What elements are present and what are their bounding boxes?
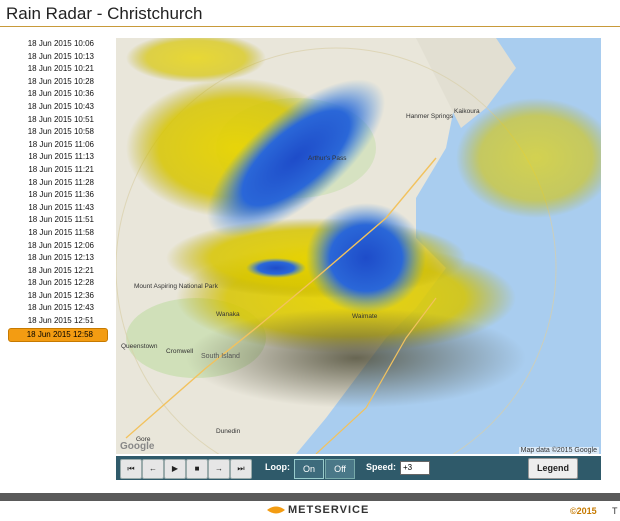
playback-controls: ⏮ ← ▶ ■ → ⏭ Loop: On Off Speed: +3 Legen… bbox=[116, 456, 601, 480]
skip-first-icon[interactable]: ⏮ bbox=[120, 459, 142, 479]
place-cromwell: Cromwell bbox=[166, 348, 194, 355]
timestamp-item[interactable]: 18 Jun 2015 11:28 bbox=[8, 177, 108, 190]
loop-off-button[interactable]: Off bbox=[325, 459, 355, 479]
timestamp-item[interactable]: 18 Jun 2015 12:13 bbox=[8, 252, 108, 265]
timestamp-item[interactable]: 18 Jun 2015 12:58 bbox=[8, 327, 108, 343]
metservice-logo-icon bbox=[267, 506, 285, 514]
place-mount-aspiring: Mount Aspiring National Park bbox=[134, 283, 219, 290]
timestamp-item[interactable]: 18 Jun 2015 10:28 bbox=[8, 76, 108, 89]
play-icon[interactable]: ▶ bbox=[164, 459, 186, 479]
google-logo: Google bbox=[120, 441, 155, 452]
timestamp-item[interactable]: 18 Jun 2015 12:43 bbox=[8, 302, 108, 315]
timestamp-item[interactable]: 18 Jun 2015 12:36 bbox=[8, 290, 108, 303]
timestamp-item[interactable]: 18 Jun 2015 12:51 bbox=[8, 315, 108, 328]
speed-label: Speed: bbox=[366, 462, 397, 472]
timestamp-item[interactable]: 18 Jun 2015 11:21 bbox=[8, 164, 108, 177]
loop-label: Loop: bbox=[265, 462, 290, 472]
timestamp-item[interactable]: 18 Jun 2015 11:43 bbox=[8, 202, 108, 215]
timestamp-item[interactable]: 18 Jun 2015 11:06 bbox=[8, 139, 108, 152]
step-forward-icon[interactable]: → bbox=[208, 459, 230, 479]
timestamp-item[interactable]: 18 Jun 2015 11:13 bbox=[8, 151, 108, 164]
page-title: Rain Radar - Christchurch bbox=[6, 4, 203, 23]
radar-map[interactable]: Hanmer Springs Kaikoura Arthur's Pass Mo… bbox=[116, 38, 601, 454]
copyright-text: ©2015 bbox=[570, 506, 597, 516]
metservice-brand: METSERVICE bbox=[288, 504, 370, 516]
timestamp-item[interactable]: 18 Jun 2015 10:13 bbox=[8, 51, 108, 64]
timestamp-list: 18 Jun 2015 10:06 18 Jun 2015 10:13 18 Jun… bbox=[8, 38, 108, 343]
map-attribution: Map data ©2015 Google bbox=[518, 447, 599, 454]
legend-button[interactable]: Legend bbox=[528, 458, 578, 479]
timestamp-item[interactable]: 18 Jun 2015 10:06 bbox=[8, 38, 108, 51]
timestamp-item[interactable]: 18 Jun 2015 11:36 bbox=[8, 189, 108, 202]
stop-icon[interactable]: ■ bbox=[186, 459, 208, 479]
timestamp-item[interactable]: 18 Jun 2015 11:51 bbox=[8, 214, 108, 227]
timestamp-item[interactable]: 18 Jun 2015 10:51 bbox=[8, 114, 108, 127]
timestamp-item[interactable]: 18 Jun 2015 11:58 bbox=[8, 227, 108, 240]
place-arthurs-pass: Arthur's Pass bbox=[308, 155, 347, 162]
place-wanaka: Wanaka bbox=[216, 311, 240, 318]
place-dunedin: Dunedin bbox=[216, 428, 241, 435]
speed-select[interactable]: +3 bbox=[400, 461, 430, 475]
timestamp-item[interactable]: 18 Jun 2015 12:28 bbox=[8, 277, 108, 290]
place-queenstown: Queenstown bbox=[121, 343, 158, 350]
radar-map-image: Hanmer Springs Kaikoura Arthur's Pass Mo… bbox=[116, 38, 601, 454]
place-south-island: South Island bbox=[201, 353, 240, 360]
timestamp-item[interactable]: 18 Jun 2015 12:06 bbox=[8, 240, 108, 253]
timestamp-item[interactable]: 18 Jun 2015 10:36 bbox=[8, 88, 108, 101]
title-divider bbox=[0, 26, 620, 27]
timestamp-item[interactable]: 18 Jun 2015 10:43 bbox=[8, 101, 108, 114]
timestamp-item[interactable]: 18 Jun 2015 10:58 bbox=[8, 126, 108, 139]
footer-trailing-text: T bbox=[612, 506, 618, 516]
loop-on-button[interactable]: On bbox=[294, 459, 324, 479]
timestamp-item[interactable]: 18 Jun 2015 12:21 bbox=[8, 265, 108, 278]
timestamp-item[interactable]: 18 Jun 2015 10:21 bbox=[8, 63, 108, 76]
place-kaikoura: Kaikoura bbox=[454, 108, 480, 115]
footer-divider bbox=[0, 493, 620, 501]
place-hanmer: Hanmer Springs bbox=[406, 113, 454, 120]
step-back-icon[interactable]: ← bbox=[142, 459, 164, 479]
place-waimate: Waimate bbox=[352, 313, 378, 320]
skip-last-icon[interactable]: ⏭ bbox=[230, 459, 252, 479]
footer: METSERVICE ©2015 T bbox=[0, 501, 620, 521]
